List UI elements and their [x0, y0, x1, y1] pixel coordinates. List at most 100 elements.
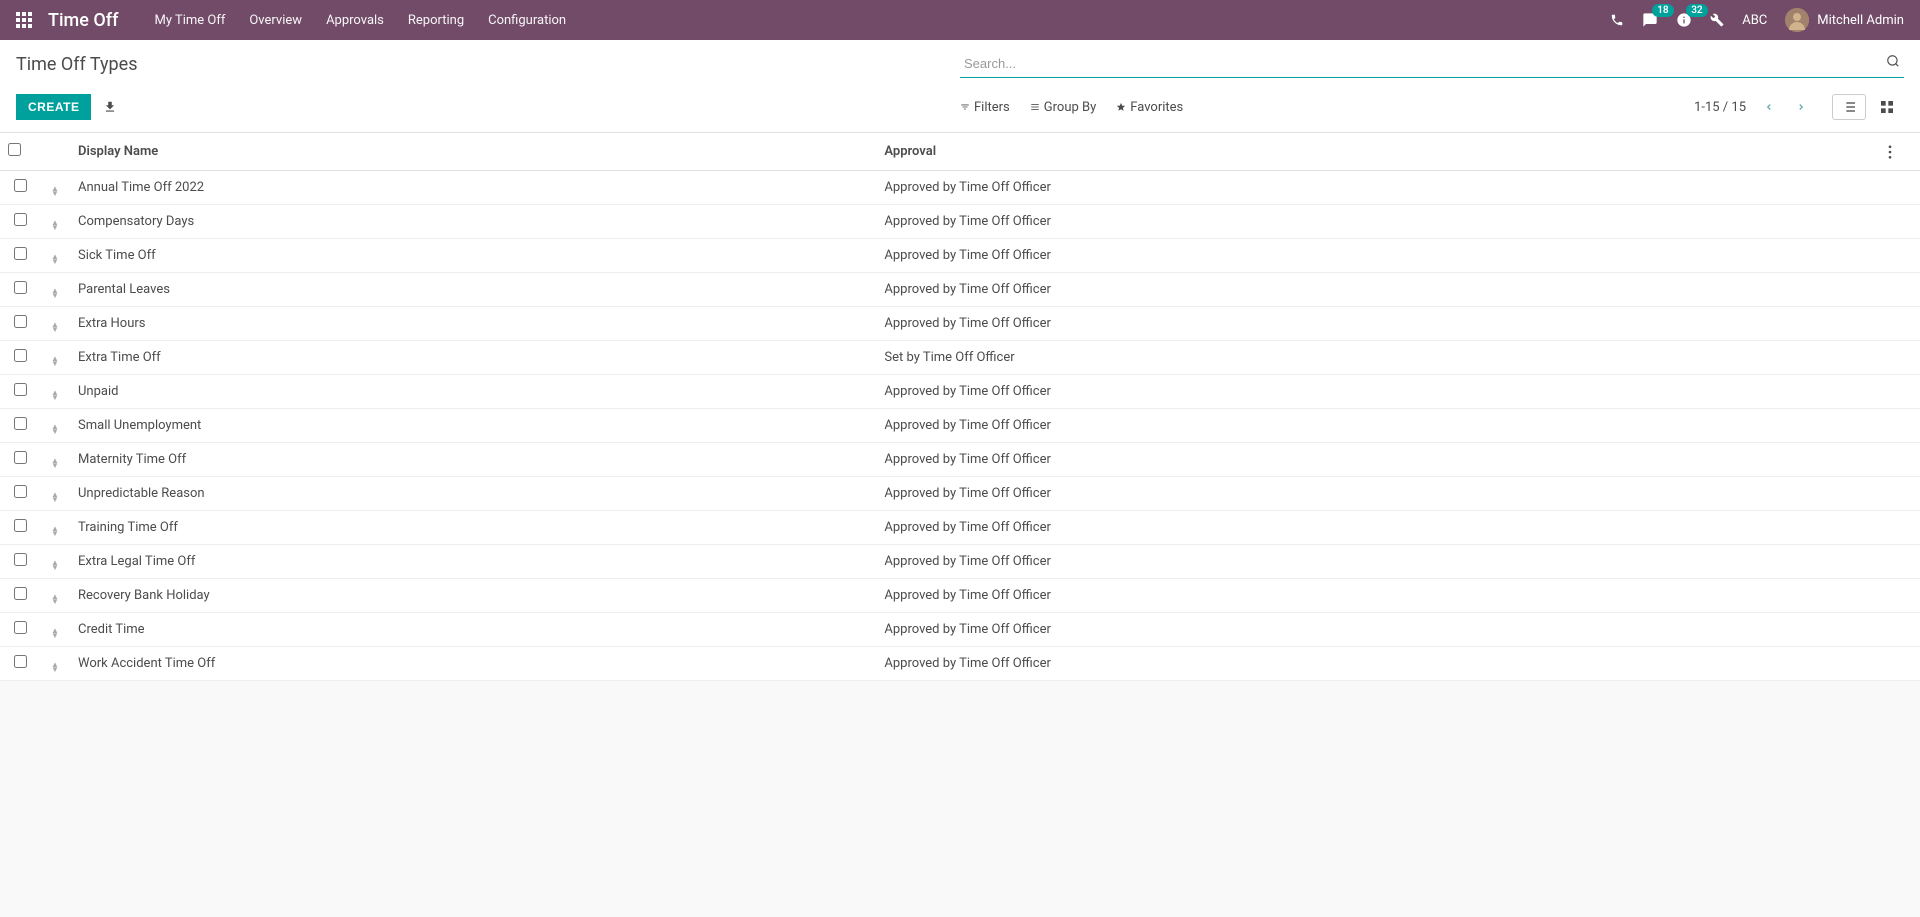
filters-button[interactable]: Filters	[960, 100, 1010, 115]
row-trailing-cell	[1880, 545, 1920, 579]
table-row[interactable]: ▲▼Small UnemploymentApproved by Time Off…	[0, 409, 1920, 443]
table-row[interactable]: ▲▼Extra Legal Time OffApproved by Time O…	[0, 545, 1920, 579]
search-icon[interactable]	[1886, 54, 1900, 68]
kanban-view-button[interactable]	[1870, 94, 1904, 120]
phone-icon[interactable]	[1610, 13, 1624, 27]
row-checkbox[interactable]	[14, 553, 27, 566]
row-checkbox[interactable]	[14, 587, 27, 600]
favorites-button[interactable]: Favorites	[1116, 100, 1183, 115]
row-approval: Approved by Time Off Officer	[876, 409, 1880, 443]
row-display-name: Work Accident Time Off	[70, 647, 876, 681]
row-approval: Approved by Time Off Officer	[876, 511, 1880, 545]
table-row[interactable]: ▲▼Training Time OffApproved by Time Off …	[0, 511, 1920, 545]
table-row[interactable]: ▲▼Parental LeavesApproved by Time Off Of…	[0, 273, 1920, 307]
row-checkbox[interactable]	[14, 519, 27, 532]
row-checkbox-cell	[0, 613, 40, 647]
row-display-name: Unpaid	[70, 375, 876, 409]
groupby-button[interactable]: Group By	[1030, 100, 1097, 115]
download-icon[interactable]	[103, 100, 117, 114]
row-checkbox[interactable]	[14, 247, 27, 260]
search-input[interactable]	[960, 50, 1904, 78]
drag-handle-icon[interactable]: ▲▼	[40, 511, 70, 545]
nav-approvals[interactable]: Approvals	[326, 13, 384, 28]
drag-handle-icon[interactable]: ▲▼	[40, 613, 70, 647]
drag-handle-icon[interactable]: ▲▼	[40, 273, 70, 307]
debug-icon[interactable]	[1710, 13, 1724, 27]
select-all-checkbox[interactable]	[8, 143, 21, 156]
row-trailing-cell	[1880, 341, 1920, 375]
row-checkbox[interactable]	[14, 655, 27, 668]
row-display-name: Parental Leaves	[70, 273, 876, 307]
control-panel: Time Off Types CREATE Filters Group By F…	[0, 40, 1920, 133]
row-display-name: Compensatory Days	[70, 205, 876, 239]
table-row[interactable]: ▲▼Maternity Time OffApproved by Time Off…	[0, 443, 1920, 477]
drag-handle-icon[interactable]: ▲▼	[40, 307, 70, 341]
row-checkbox-cell	[0, 443, 40, 477]
row-trailing-cell	[1880, 613, 1920, 647]
header-display-name[interactable]: Display Name	[70, 133, 876, 171]
nav-my-time-off[interactable]: My Time Off	[154, 13, 225, 28]
row-trailing-cell	[1880, 579, 1920, 613]
row-checkbox[interactable]	[14, 383, 27, 396]
company-selector[interactable]: ABC	[1742, 13, 1767, 28]
messages-icon[interactable]: 18	[1642, 12, 1658, 28]
drag-handle-icon[interactable]: ▲▼	[40, 477, 70, 511]
table-row[interactable]: ▲▼Extra HoursApproved by Time Off Office…	[0, 307, 1920, 341]
table-row[interactable]: ▲▼Credit TimeApproved by Time Off Office…	[0, 613, 1920, 647]
header-checkbox-cell	[0, 133, 40, 171]
create-button[interactable]: CREATE	[16, 94, 91, 120]
drag-handle-icon[interactable]: ▲▼	[40, 579, 70, 613]
table-row[interactable]: ▲▼Sick Time OffApproved by Time Off Offi…	[0, 239, 1920, 273]
activities-icon[interactable]: 32	[1676, 12, 1692, 28]
drag-handle-icon[interactable]: ▲▼	[40, 647, 70, 681]
table-row[interactable]: ▲▼Unpredictable ReasonApproved by Time O…	[0, 477, 1920, 511]
row-checkbox[interactable]	[14, 213, 27, 226]
table-row[interactable]: ▲▼Work Accident Time OffApproved by Time…	[0, 647, 1920, 681]
pager-prev-icon[interactable]	[1760, 96, 1778, 118]
row-checkbox[interactable]	[14, 315, 27, 328]
drag-handle-icon[interactable]: ▲▼	[40, 443, 70, 477]
apps-icon[interactable]	[16, 12, 32, 28]
nav-menu: My Time Off Overview Approvals Reporting…	[154, 13, 566, 28]
nav-overview[interactable]: Overview	[249, 13, 302, 28]
user-menu[interactable]: Mitchell Admin	[1785, 8, 1904, 32]
drag-handle-icon[interactable]: ▲▼	[40, 341, 70, 375]
row-display-name: Extra Legal Time Off	[70, 545, 876, 579]
drag-handle-icon[interactable]: ▲▼	[40, 409, 70, 443]
drag-handle-icon[interactable]: ▲▼	[40, 375, 70, 409]
columns-menu-icon[interactable]	[1888, 145, 1912, 159]
row-checkbox[interactable]	[14, 451, 27, 464]
row-checkbox[interactable]	[14, 621, 27, 634]
pager-text[interactable]: 1-15 / 15	[1694, 100, 1746, 115]
table-row[interactable]: ▲▼Annual Time Off 2022Approved by Time O…	[0, 171, 1920, 205]
app-title[interactable]: Time Off	[48, 10, 118, 31]
pager-next-icon[interactable]	[1792, 96, 1810, 118]
row-display-name: Training Time Off	[70, 511, 876, 545]
records-table: Display Name Approval ▲▼Annual Time Off …	[0, 133, 1920, 681]
table-row[interactable]: ▲▼Compensatory DaysApproved by Time Off …	[0, 205, 1920, 239]
drag-handle-icon[interactable]: ▲▼	[40, 205, 70, 239]
table-row[interactable]: ▲▼Recovery Bank HolidayApproved by Time …	[0, 579, 1920, 613]
row-approval: Approved by Time Off Officer	[876, 613, 1880, 647]
row-checkbox-cell	[0, 239, 40, 273]
messages-badge: 18	[1652, 4, 1673, 17]
row-checkbox[interactable]	[14, 281, 27, 294]
nav-configuration[interactable]: Configuration	[488, 13, 566, 28]
table-row[interactable]: ▲▼Extra Time OffSet by Time Off Officer	[0, 341, 1920, 375]
drag-handle-icon[interactable]: ▲▼	[40, 545, 70, 579]
row-checkbox[interactable]	[14, 417, 27, 430]
list-view-button[interactable]	[1832, 94, 1866, 120]
nav-reporting[interactable]: Reporting	[408, 13, 464, 28]
row-checkbox[interactable]	[14, 179, 27, 192]
row-display-name: Small Unemployment	[70, 409, 876, 443]
drag-handle-icon[interactable]: ▲▼	[40, 171, 70, 205]
row-checkbox[interactable]	[14, 485, 27, 498]
search-area	[960, 50, 1904, 78]
header-approval[interactable]: Approval	[876, 133, 1880, 171]
row-display-name: Extra Time Off	[70, 341, 876, 375]
drag-handle-icon[interactable]: ▲▼	[40, 239, 70, 273]
row-checkbox[interactable]	[14, 349, 27, 362]
table-row[interactable]: ▲▼UnpaidApproved by Time Off Officer	[0, 375, 1920, 409]
cp-bottom: CREATE Filters Group By Favorites 1-15 /…	[0, 86, 1920, 132]
row-approval: Approved by Time Off Officer	[876, 375, 1880, 409]
